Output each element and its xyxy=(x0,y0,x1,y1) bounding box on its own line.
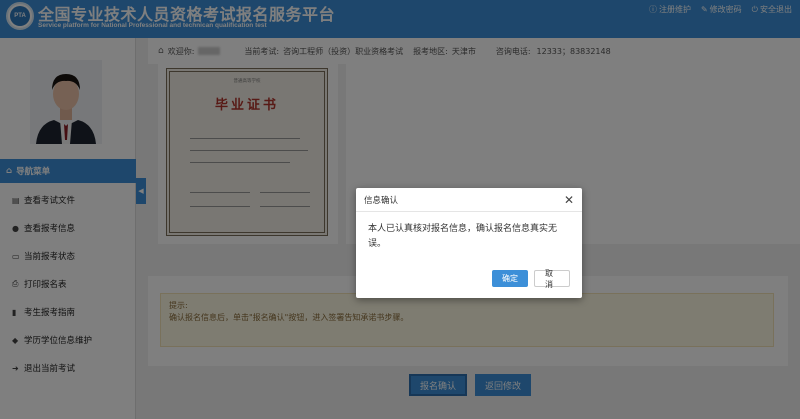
dialog-title: 信息确认 xyxy=(364,195,399,206)
dialog-header: 信息确认 ✕ xyxy=(356,188,582,212)
dialog-ok-button[interactable]: 确定 xyxy=(492,270,528,287)
dialog-message: 本人已认真核对报名信息，确认报名信息真实无误。 xyxy=(368,224,558,249)
dialog-cancel-button[interactable]: 取消 xyxy=(534,269,570,289)
confirm-dialog: 信息确认 ✕ 本人已认真核对报名信息，确认报名信息真实无误。 确定 取消 xyxy=(356,188,582,298)
close-icon[interactable]: ✕ xyxy=(564,193,574,207)
dialog-footer: 确定 取消 xyxy=(356,269,582,289)
